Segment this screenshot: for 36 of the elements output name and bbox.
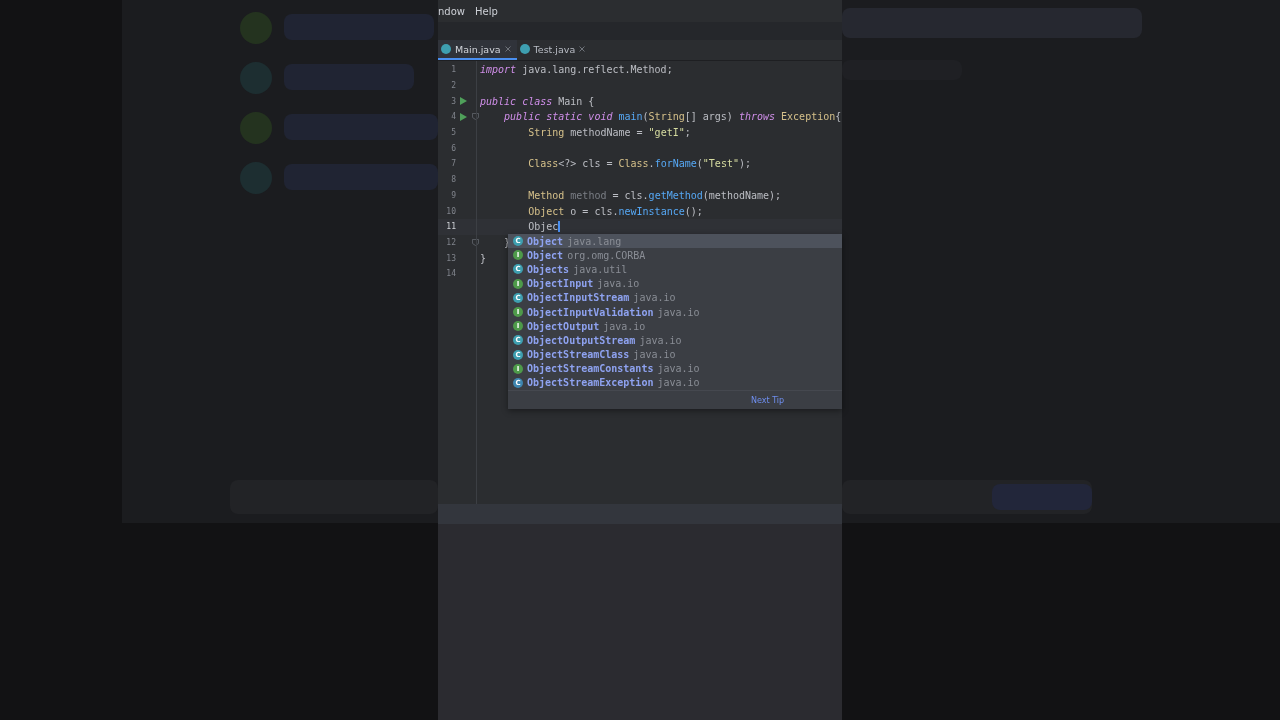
fold-icon[interactable] <box>471 113 479 121</box>
line-number: 6 <box>450 143 456 153</box>
line-number: 13 <box>445 253 456 263</box>
code-line: String methodName = "getI"; <box>527 127 691 139</box>
menu-item[interactable]: Help <box>475 5 498 17</box>
java-class-icon <box>519 44 530 54</box>
line-number: 11 <box>445 222 456 232</box>
close-icon[interactable] <box>579 46 586 52</box>
line-number: 2 <box>450 81 456 91</box>
editor-tab[interactable]: Test.java <box>516 40 592 60</box>
line-number: 4 <box>450 112 456 122</box>
close-icon[interactable] <box>504 46 511 52</box>
menu-item[interactable]: ndow <box>438 5 465 17</box>
line-number: 9 <box>450 190 456 200</box>
code-line: import java.lang.reflect.Method; <box>480 64 673 76</box>
run-icon[interactable] <box>459 97 467 106</box>
code-line: Method method = cls.getMethod(methodName); <box>527 189 782 201</box>
line-number: 12 <box>445 237 456 247</box>
code-line: Object o = cls.newInstance(); <box>527 205 703 217</box>
code-line: public class Main { <box>480 95 595 107</box>
code-line: public static void main(String[] args) throws Exception{ <box>503 111 842 123</box>
code-line: Objec <box>527 221 559 233</box>
fold-icon[interactable] <box>471 238 479 246</box>
line-number: 1 <box>450 65 456 75</box>
next-tip-link[interactable]: Next Tip <box>751 395 785 405</box>
line-number: 5 <box>450 128 456 138</box>
java-class-icon <box>441 44 451 54</box>
line-number: 14 <box>445 269 456 279</box>
line-number: 10 <box>445 206 456 216</box>
line-number: 7 <box>450 159 456 169</box>
code-line: } <box>480 252 487 264</box>
run-icon[interactable] <box>459 112 467 121</box>
line-number: 8 <box>450 175 456 185</box>
code-line: Class<?> cls = Class.forName("Test"); <box>527 158 751 170</box>
line-number: 3 <box>450 96 456 106</box>
editor-tab[interactable]: Main.java <box>438 40 517 60</box>
